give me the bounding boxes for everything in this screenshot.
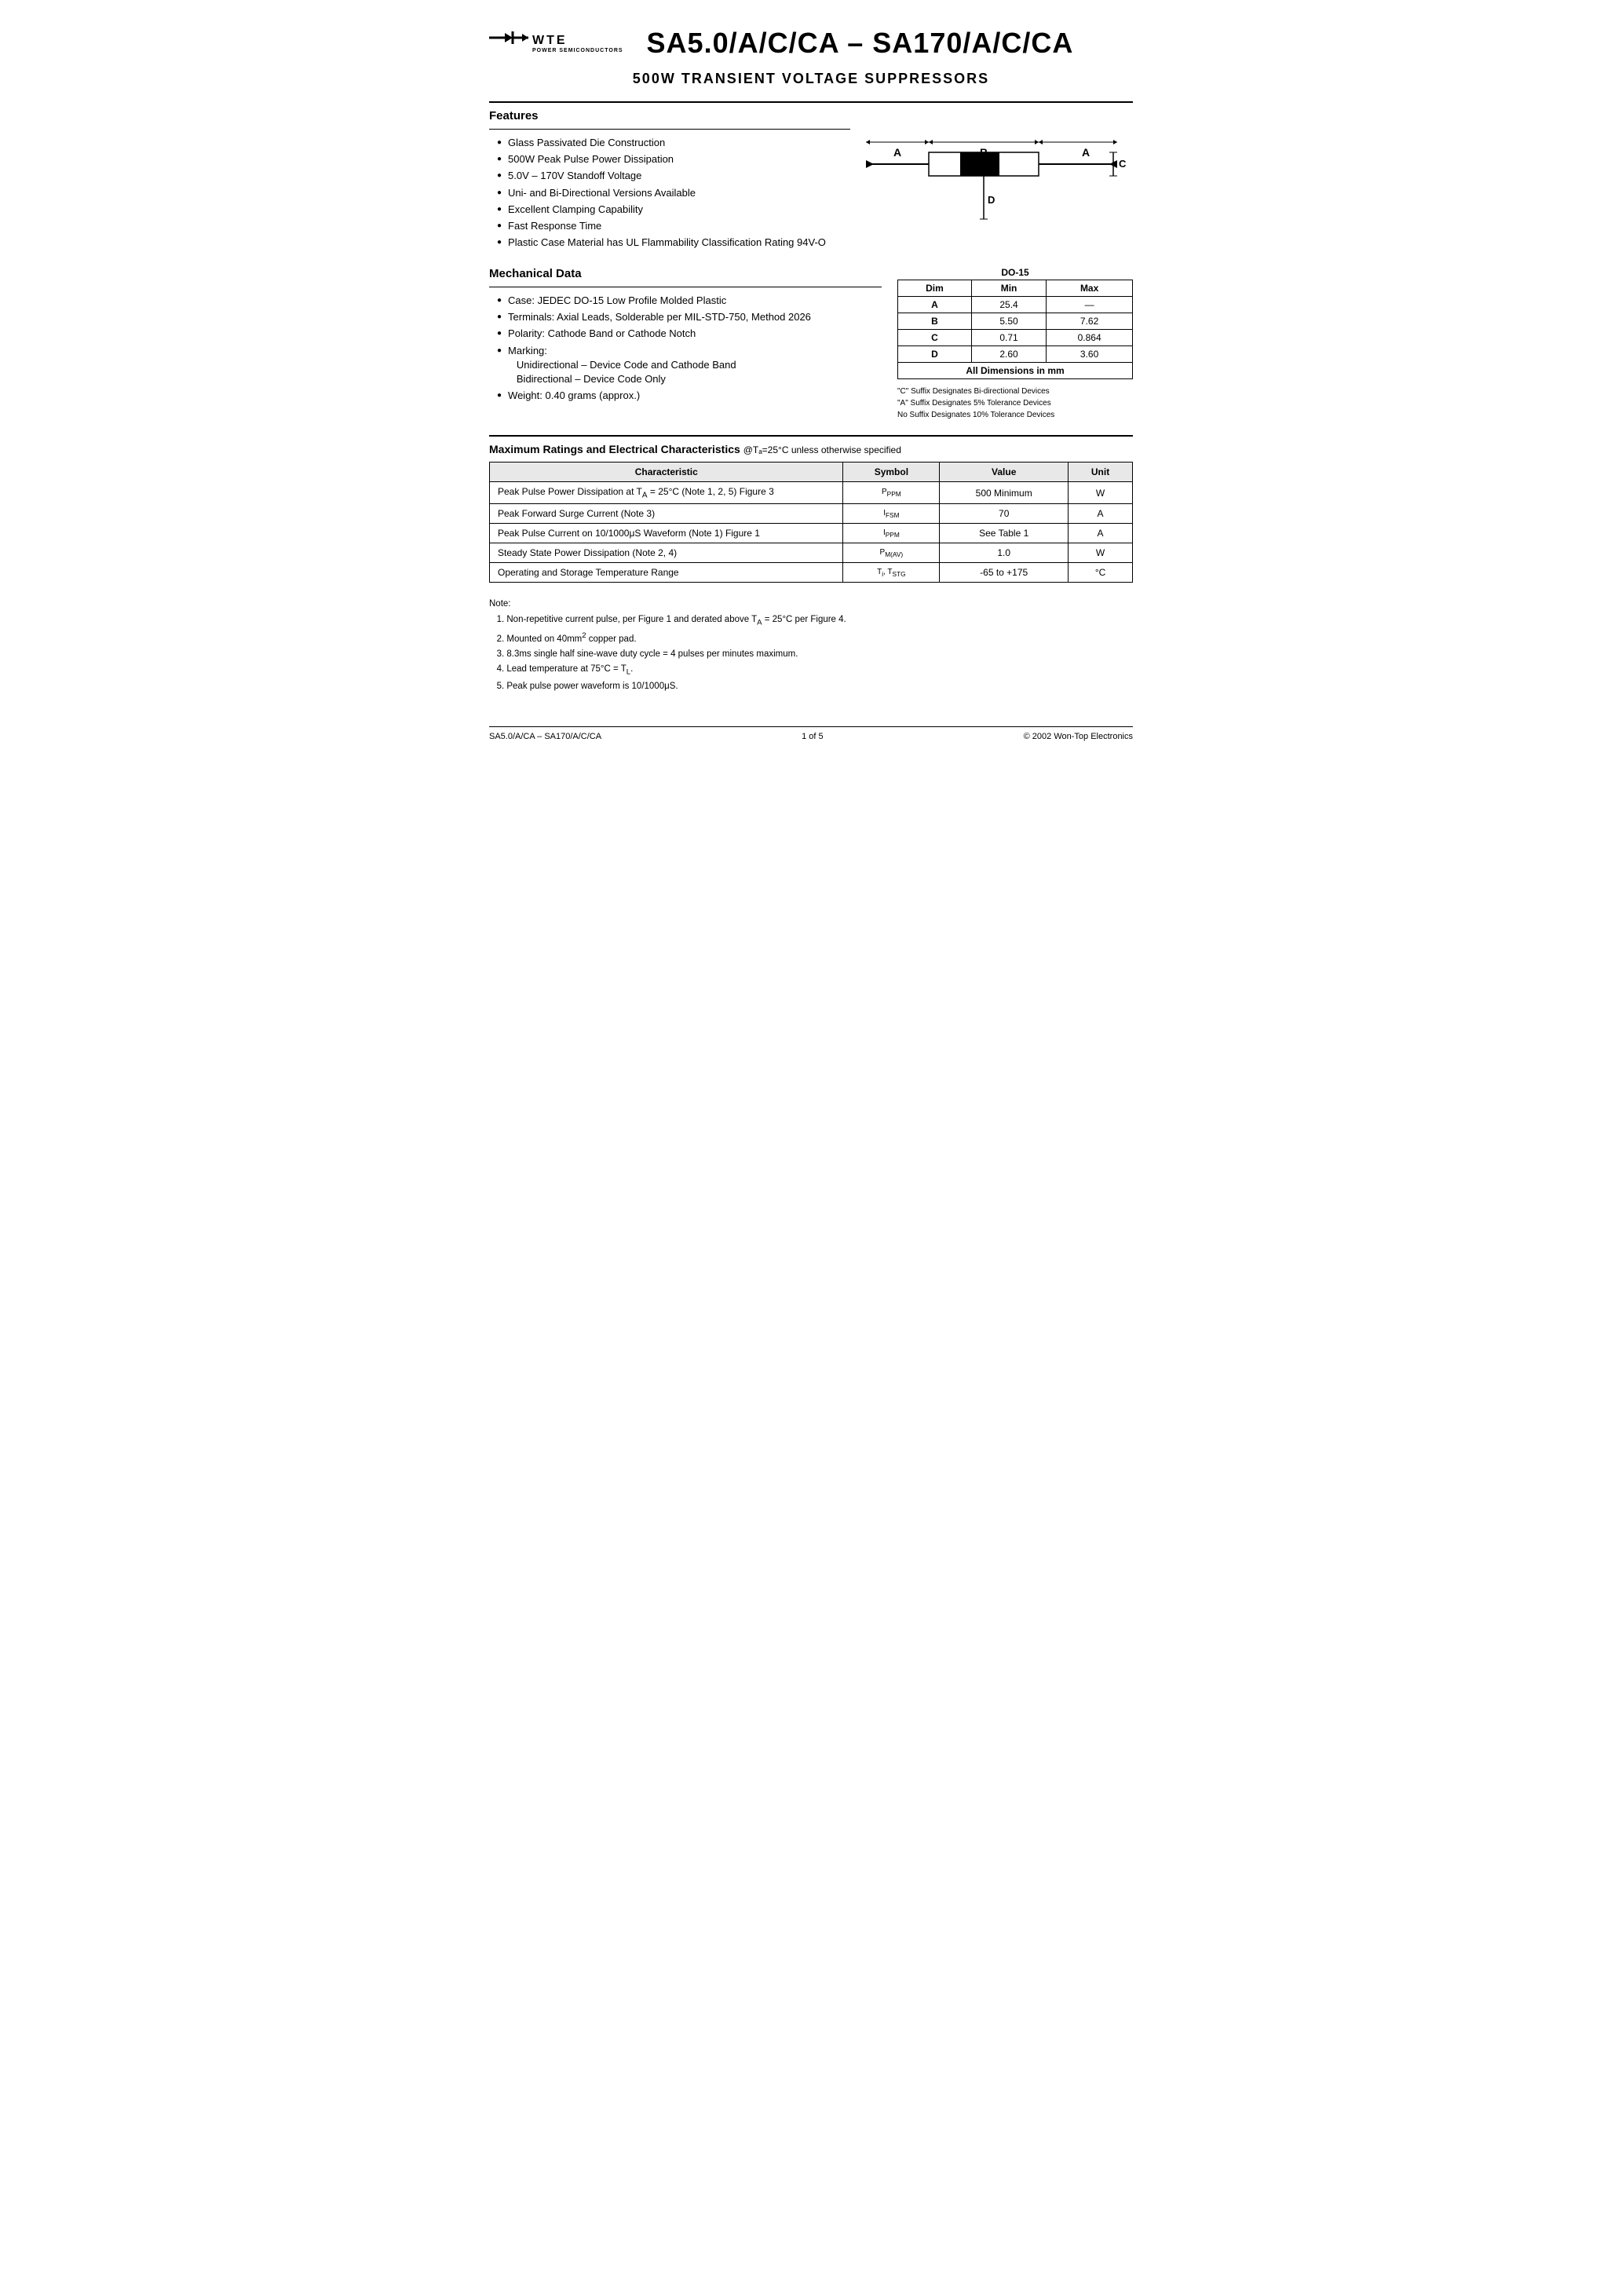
page-header: WTE POWER SEMICONDUCTORS SA5.0/A/C/CA – … <box>489 24 1133 63</box>
diode-diagram-area: A B A C D <box>866 109 1133 253</box>
mechanical-title: Mechanical Data <box>489 267 882 280</box>
logo-text: WTE POWER SEMICONDUCTORS <box>532 34 623 53</box>
svg-text:D: D <box>988 194 995 206</box>
svg-text:A: A <box>893 146 901 159</box>
ratings-row-4: Steady State Power Dissipation (Note 2, … <box>490 543 1133 563</box>
do15-row-d: D 2.60 3.60 <box>898 346 1133 363</box>
ratings-divider-top <box>489 435 1133 437</box>
ratings-section: Maximum Ratings and Electrical Character… <box>489 443 1133 583</box>
feature-item-3: 5.0V – 170V Standoff Voltage <box>497 169 850 183</box>
feature-item-7: Plastic Case Material has UL Flammabilit… <box>497 236 850 250</box>
do15-col-min: Min <box>971 280 1046 297</box>
do15-row-c: C 0.71 0.864 <box>898 330 1133 346</box>
mech-item-4: Marking: Unidirectional – Device Code an… <box>497 344 882 387</box>
logo-icon <box>489 24 532 63</box>
ratings-col-unit: Unit <box>1069 462 1133 482</box>
do15-note-1: "C" Suffix Designates Bi-directional Dev… <box>897 386 1133 397</box>
note-2: 2. Mounted on 40mm2 copper pad. <box>489 630 1133 647</box>
footer-left: SA5.0/A/CA – SA170/A/C/CA <box>489 732 601 741</box>
features-divider <box>489 129 850 130</box>
features-title: Features <box>489 109 850 122</box>
features-list: Glass Passivated Die Construction 500W P… <box>489 136 850 250</box>
notes-section: Note: 1. Non-repetitive current pulse, p… <box>489 597 1133 694</box>
logo-area: WTE POWER SEMICONDUCTORS <box>489 24 623 63</box>
subtitle: 500W TRANSIENT VOLTAGE SUPPRESSORS <box>489 71 1133 87</box>
do15-note-3: No Suffix Designates 10% Tolerance Devic… <box>897 409 1133 421</box>
note-3: 3. 8.3ms single half sine-wave duty cycl… <box>489 647 1133 663</box>
svg-text:C: C <box>1119 158 1127 170</box>
do15-table: Dim Min Max A 25.4 — B 5.50 7.62 C <box>897 280 1133 379</box>
mech-item-5: Weight: 0.40 grams (approx.) <box>497 389 882 403</box>
main-title: SA5.0/A/C/CA – SA170/A/C/CA <box>647 27 1074 60</box>
ratings-title: Maximum Ratings and Electrical Character… <box>489 443 1133 455</box>
mech-item-2: Terminals: Axial Leads, Solderable per M… <box>497 310 882 324</box>
feature-item-2: 500W Peak Pulse Power Dissipation <box>497 152 850 166</box>
feature-item-4: Uni- and Bi-Directional Versions Availab… <box>497 186 850 200</box>
do15-note-2: "A" Suffix Designates 5% Tolerance Devic… <box>897 397 1133 409</box>
do15-row-a: A 25.4 — <box>898 297 1133 313</box>
ratings-row-3: Peak Pulse Current on 10/1000μS Waveform… <box>490 524 1133 543</box>
do15-row-b: B 5.50 7.62 <box>898 313 1133 330</box>
page-footer: SA5.0/A/CA – SA170/A/C/CA 1 of 5 © 2002 … <box>489 726 1133 741</box>
note-4: 4. Lead temperature at 75°C = TL. <box>489 662 1133 679</box>
power-semi-label: POWER SEMICONDUCTORS <box>532 48 623 53</box>
ratings-row-2: Peak Forward Surge Current (Note 3) IFSM… <box>490 504 1133 524</box>
features-section: Features Glass Passivated Die Constructi… <box>489 109 1133 253</box>
ratings-col-sym: Symbol <box>843 462 940 482</box>
header-divider <box>489 101 1133 103</box>
ratings-row-1: Peak Pulse Power Dissipation at TA = 25°… <box>490 482 1133 504</box>
do15-row-footer: All Dimensions in mm <box>898 363 1133 379</box>
svg-text:A: A <box>1082 146 1090 159</box>
note-5: 5. Peak pulse power waveform is 10/1000μ… <box>489 679 1133 695</box>
mech-item-1: Case: JEDEC DO-15 Low Profile Molded Pla… <box>497 294 882 308</box>
mech-item-3: Polarity: Cathode Band or Cathode Notch <box>497 327 882 341</box>
ratings-col-val: Value <box>940 462 1069 482</box>
mechanical-list: Case: JEDEC DO-15 Low Profile Molded Pla… <box>489 294 882 403</box>
notes-label: Note: <box>489 599 511 609</box>
note-1: 1. Non-repetitive current pulse, per Fig… <box>489 612 1133 630</box>
footer-right: © 2002 Won-Top Electronics <box>1024 732 1133 741</box>
do15-col-max: Max <box>1047 280 1133 297</box>
mechanical-section: Mechanical Data Case: JEDEC DO-15 Low Pr… <box>489 267 1133 421</box>
features-left: Features Glass Passivated Die Constructi… <box>489 109 850 253</box>
do15-col-dim: Dim <box>898 280 972 297</box>
feature-item-1: Glass Passivated Die Construction <box>497 136 850 150</box>
ratings-row-5: Operating and Storage Temperature Range … <box>490 563 1133 583</box>
diode-diagram-svg: A B A C D <box>866 109 1133 250</box>
wte-label: WTE <box>532 34 623 48</box>
mechanical-right: DO-15 Dim Min Max A 25.4 — B 5.50 7.62 <box>897 267 1133 421</box>
mechanical-left: Mechanical Data Case: JEDEC DO-15 Low Pr… <box>489 267 882 421</box>
footer-center: 1 of 5 <box>802 732 824 741</box>
ratings-table: Characteristic Symbol Value Unit Peak Pu… <box>489 462 1133 583</box>
feature-item-6: Fast Response Time <box>497 219 850 233</box>
do15-title: DO-15 <box>897 267 1133 278</box>
feature-item-5: Excellent Clamping Capability <box>497 203 850 217</box>
ratings-col-char: Characteristic <box>490 462 843 482</box>
do15-notes: "C" Suffix Designates Bi-directional Dev… <box>897 386 1133 421</box>
